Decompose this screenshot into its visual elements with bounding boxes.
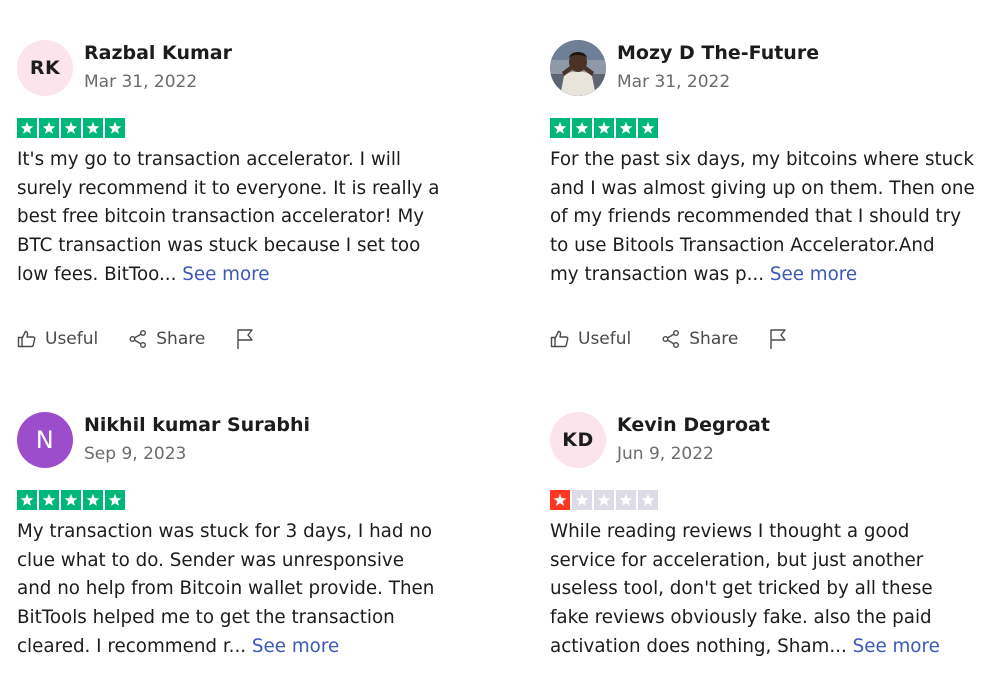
review-date: Sep 9, 2023 xyxy=(84,444,187,464)
review-text: It's my go to transaction accelerator. I… xyxy=(17,146,467,290)
star-filled-icon xyxy=(105,490,125,510)
useful-label: Useful xyxy=(578,329,632,349)
star-filled-icon xyxy=(616,118,636,138)
review-text-line: My transaction was stuck for 3 days, I h… xyxy=(17,521,433,542)
review-text-line: clue what to do. Sender was unresponsive xyxy=(17,549,404,571)
review-text-line: and I was almost giving up on them. Then… xyxy=(550,177,975,199)
report-button[interactable] xyxy=(768,328,788,350)
review-text-tail: low fees. BitToo... xyxy=(17,263,183,285)
useful-label: Useful xyxy=(45,329,99,349)
review-text-line: of my friends recommended that I should … xyxy=(550,206,962,228)
star-rating xyxy=(17,118,125,138)
star-filled-icon xyxy=(17,490,37,510)
thumbs-up-icon xyxy=(17,330,36,348)
share-icon xyxy=(129,330,147,348)
review-text: My transaction was stuck for 3 days, I h… xyxy=(17,518,467,662)
star-filled-icon xyxy=(83,118,103,138)
reviewer-name[interactable]: Razbal Kumar xyxy=(84,42,232,64)
review-text-line: fake reviews obviously fake. also the pa… xyxy=(550,607,932,629)
review-header: Mozy D The-Future Mar 31, 2022 xyxy=(550,40,1000,98)
avatar[interactable]: KD xyxy=(550,412,606,468)
reviewer-name[interactable]: Kevin Degroat xyxy=(617,414,770,436)
flag-icon xyxy=(237,329,254,349)
review-text: For the past six days, my bitcoins where… xyxy=(550,146,1000,290)
share-button[interactable]: Share xyxy=(661,329,738,349)
useful-button[interactable]: Useful xyxy=(17,329,98,349)
review-actions: Useful Share xyxy=(550,328,788,350)
review-header: N Nikhil kumar Surabhi Sep 9, 2023 xyxy=(17,412,467,470)
star-filled-icon xyxy=(572,118,592,138)
review-card: RK Razbal Kumar Mar 31, 2022 It's my go … xyxy=(17,40,467,349)
review-date: Jun 9, 2022 xyxy=(617,444,714,464)
star-empty-icon xyxy=(572,490,592,510)
report-button[interactable] xyxy=(235,328,255,350)
flag-icon xyxy=(770,329,787,349)
profile-photo-image xyxy=(550,40,606,96)
star-rating xyxy=(550,118,658,138)
thumbs-up-icon xyxy=(550,330,569,348)
review-text: While reading reviews I thought a good s… xyxy=(550,518,1000,662)
star-filled-icon xyxy=(550,118,570,138)
review-actions: Useful Share xyxy=(17,328,255,350)
star-rating xyxy=(17,490,125,510)
star-filled-icon xyxy=(39,118,59,138)
review-date: Mar 31, 2022 xyxy=(617,72,731,92)
review-text-line: best free bitcoin transaction accelerato… xyxy=(17,206,425,228)
review-text-line: BTC transaction was stuck because I set … xyxy=(17,235,421,257)
star-filled-icon xyxy=(638,118,658,138)
review-text-tail: cleared. I recommend r... xyxy=(17,635,252,657)
star-filled-icon xyxy=(83,490,103,510)
review-text-line: low fees. BitToo... See more xyxy=(17,261,467,290)
avatar[interactable]: N xyxy=(17,412,73,468)
review-text-line: and no help from Bitcoin wallet provide.… xyxy=(17,578,435,600)
see-more-link[interactable]: See more xyxy=(252,636,339,657)
review-text-line: For the past six days, my bitcoins where… xyxy=(550,149,974,170)
review-header: RK Razbal Kumar Mar 31, 2022 xyxy=(17,40,467,98)
review-text-line: surely recommend it to everyone. It is r… xyxy=(17,177,440,199)
review-text-line: activation does nothing, Sham... See mor… xyxy=(550,633,1000,662)
star-filled-icon xyxy=(105,118,125,138)
review-text-tail: my transaction was p... xyxy=(550,263,770,285)
star-filled-icon xyxy=(61,490,81,510)
review-card: Mozy D The-Future Mar 31, 2022 For the p… xyxy=(550,40,1000,349)
see-more-link[interactable]: See more xyxy=(853,636,940,657)
see-more-link[interactable]: See more xyxy=(182,264,269,285)
share-icon xyxy=(662,330,680,348)
see-more-link[interactable]: See more xyxy=(770,264,857,285)
star-empty-icon xyxy=(594,490,614,510)
review-text-tail: activation does nothing, Sham... xyxy=(550,635,853,657)
share-button[interactable]: Share xyxy=(128,329,205,349)
star-filled-icon xyxy=(550,490,570,510)
useful-button[interactable]: Useful xyxy=(550,329,631,349)
review-date: Mar 31, 2022 xyxy=(84,72,198,92)
review-text-line: my transaction was p... See more xyxy=(550,261,1000,290)
review-text-line: to use Bitools Transaction Accelerator.A… xyxy=(550,235,935,257)
star-empty-icon xyxy=(638,490,658,510)
review-text-line: While reading reviews I thought a good xyxy=(550,521,910,542)
star-rating xyxy=(550,490,658,510)
reviewer-name[interactable]: Nikhil kumar Surabhi xyxy=(84,414,310,436)
avatar-photo[interactable] xyxy=(550,40,606,96)
avatar[interactable]: RK xyxy=(17,40,73,96)
review-text-line: It's my go to transaction accelerator. I… xyxy=(17,149,402,170)
star-filled-icon xyxy=(39,490,59,510)
star-filled-icon xyxy=(61,118,81,138)
review-card: N Nikhil kumar Surabhi Sep 9, 2023 My tr… xyxy=(17,412,467,657)
review-text-line: cleared. I recommend r... See more xyxy=(17,633,467,662)
star-filled-icon xyxy=(17,118,37,138)
review-text-line: BitTools helped me to get the transactio… xyxy=(17,607,395,629)
star-empty-icon xyxy=(616,490,636,510)
share-label: Share xyxy=(156,329,206,349)
review-card: KD Kevin Degroat Jun 9, 2022 While readi… xyxy=(550,412,1000,657)
review-text-line: service for acceleration, but just anoth… xyxy=(550,549,924,571)
share-label: Share xyxy=(689,329,739,349)
review-text-line: useless tool, don't get tricked by all t… xyxy=(550,578,933,600)
reviewer-name[interactable]: Mozy D The-Future xyxy=(617,42,819,64)
review-header: KD Kevin Degroat Jun 9, 2022 xyxy=(550,412,1000,470)
star-filled-icon xyxy=(594,118,614,138)
